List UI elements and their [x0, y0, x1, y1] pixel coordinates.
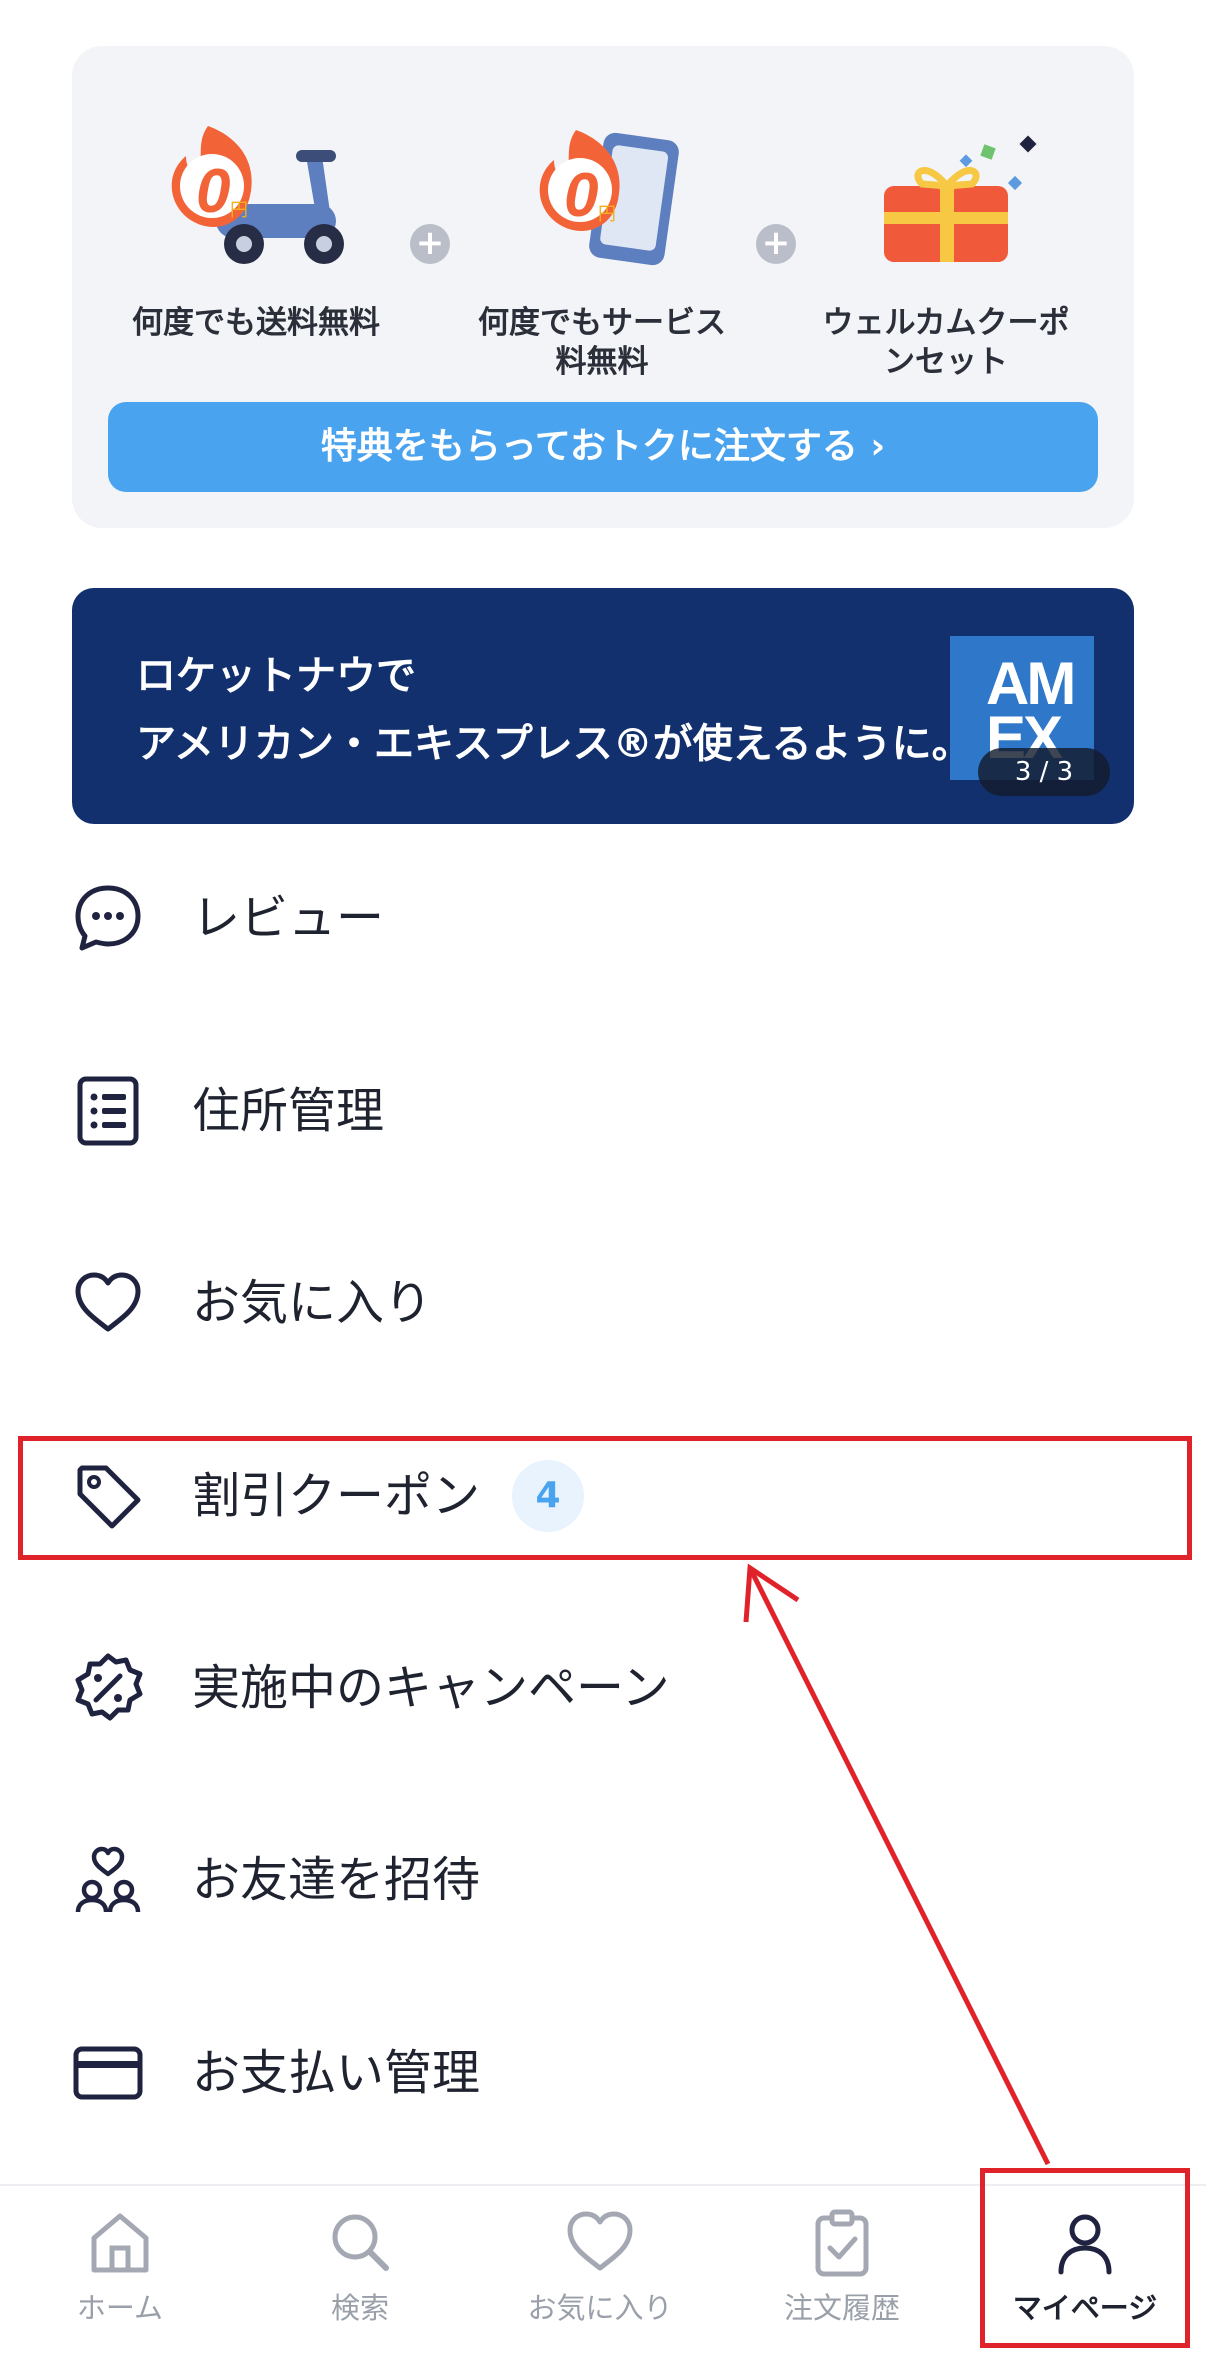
heart-icon	[564, 2206, 636, 2278]
tab-order-history[interactable]: 注文履歴	[742, 2206, 942, 2326]
my-page-highlight-annotation	[980, 2168, 1190, 2348]
annotation-arrow	[743, 1563, 1051, 2166]
home-icon	[84, 2206, 156, 2278]
tab-label: 検索	[330, 2291, 389, 2325]
tab-label: ホーム	[76, 2291, 164, 2325]
tab-label: お気に入り	[527, 2291, 673, 2325]
tab-home[interactable]: ホーム	[20, 2206, 220, 2326]
tab-search[interactable]: 検索	[260, 2206, 460, 2326]
clipboard-check-icon	[806, 2206, 878, 2278]
search-icon	[324, 2206, 396, 2278]
tab-favorites[interactable]: お気に入り	[500, 2206, 700, 2326]
tab-label: 注文履歴	[783, 2291, 900, 2325]
